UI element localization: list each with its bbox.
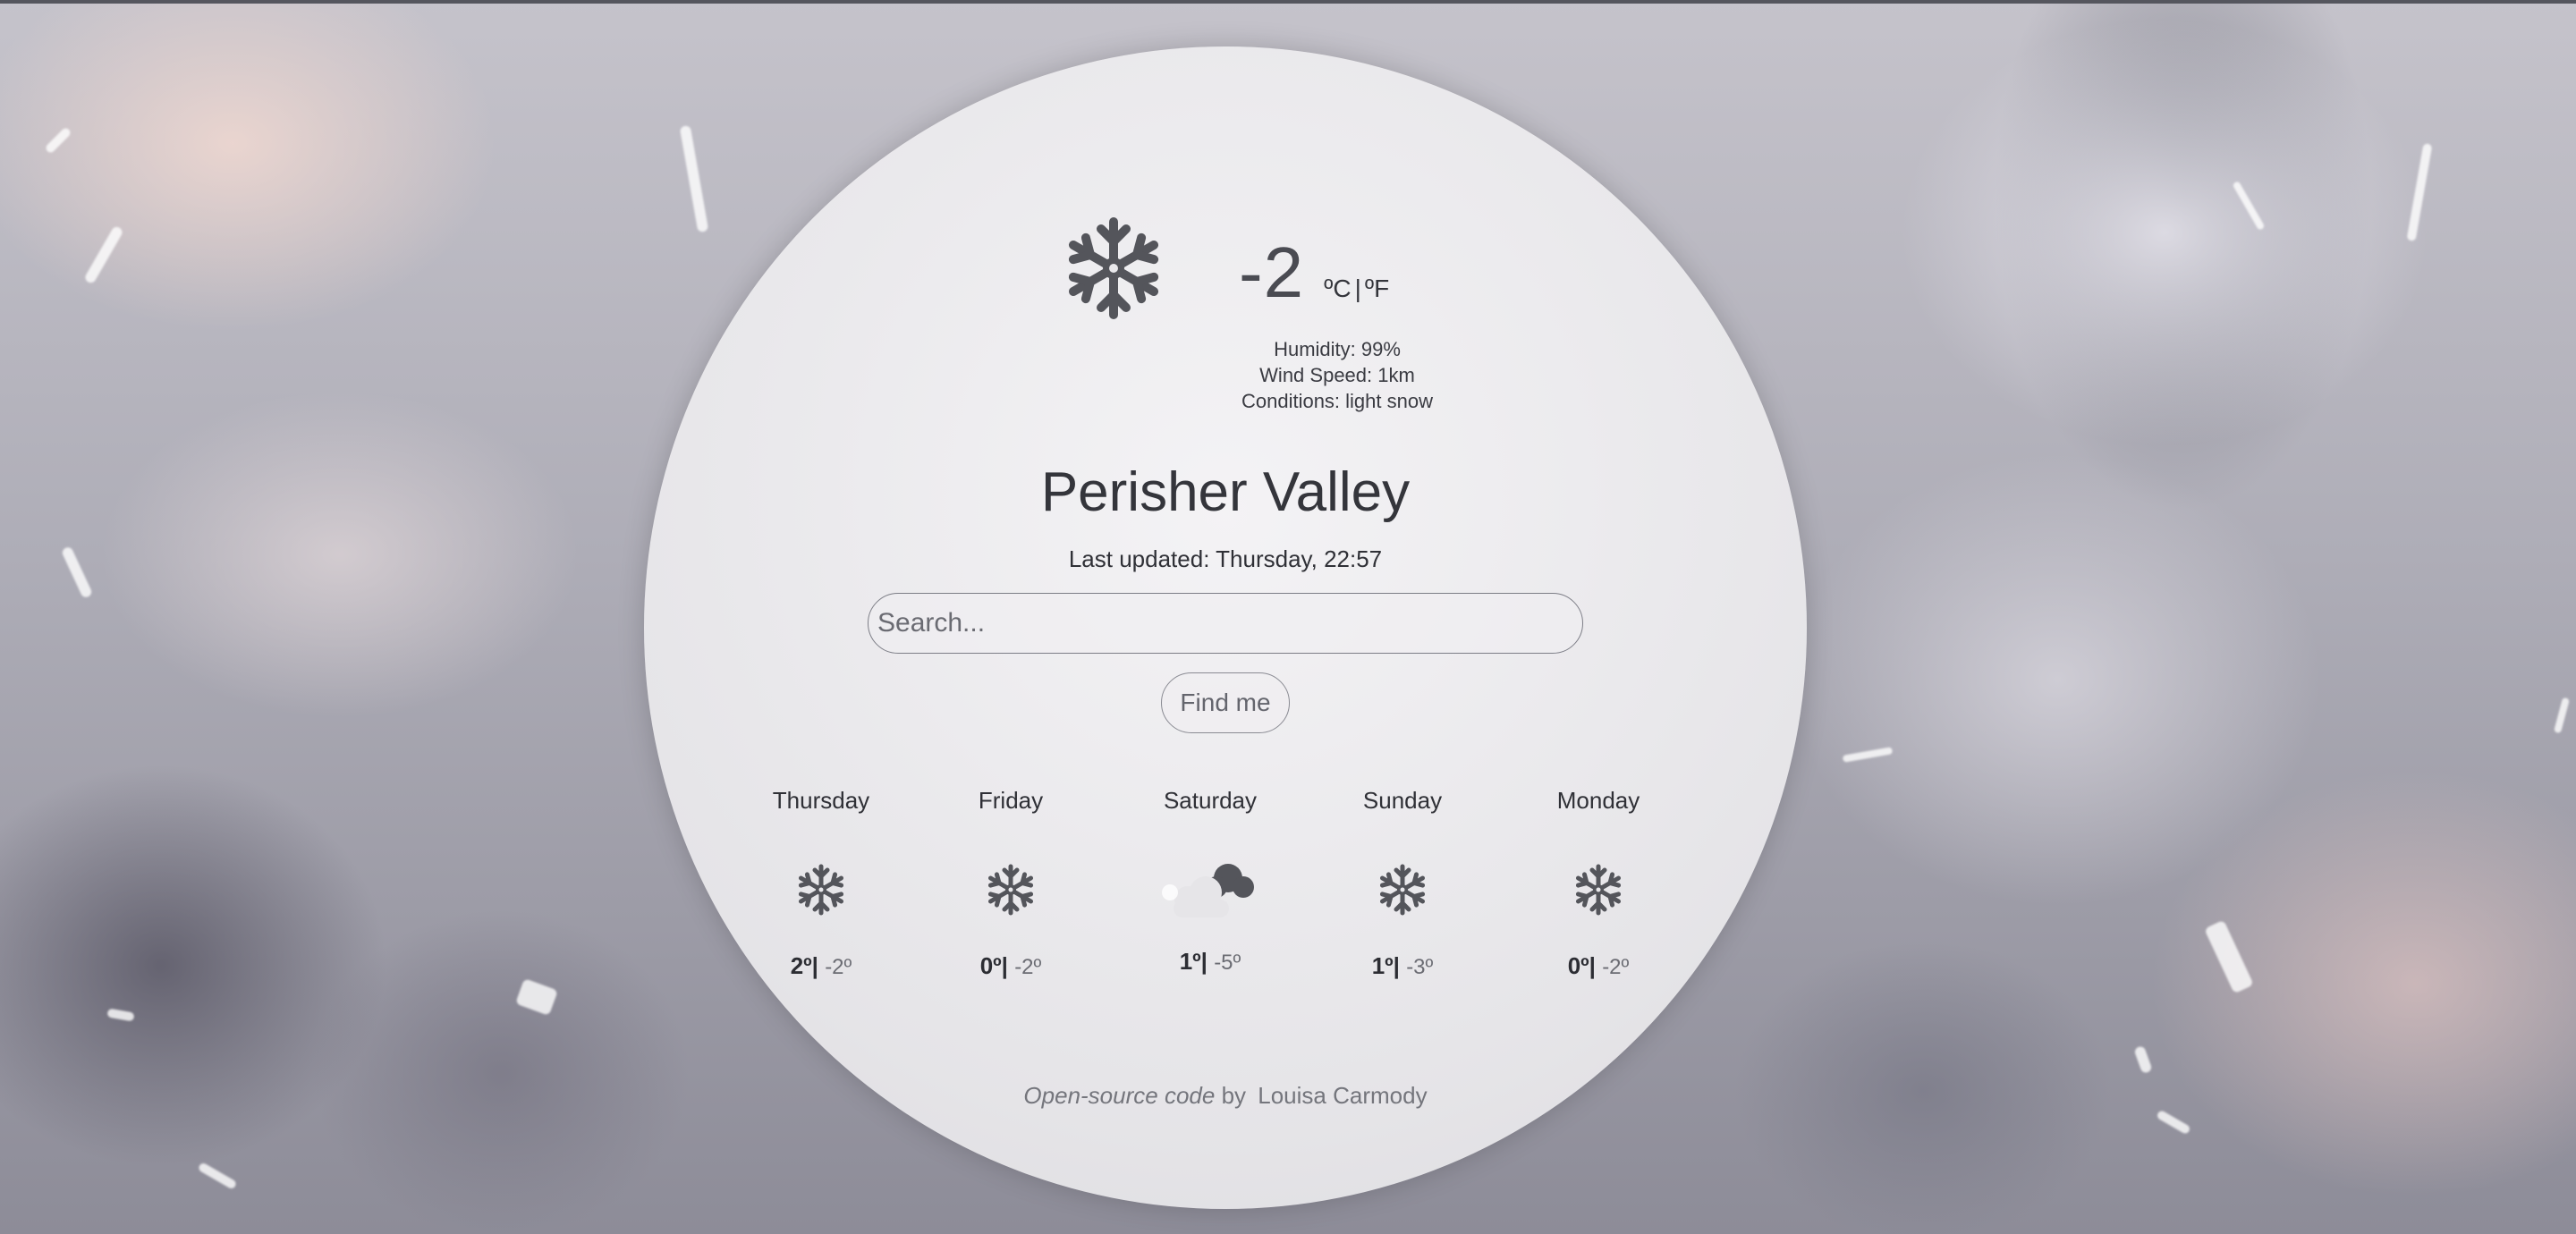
forecast-separator: | — [1001, 952, 1008, 979]
current-temperature-row: -2 ºC | ºF — [1239, 228, 1389, 308]
snow-streak — [106, 1008, 135, 1022]
footer-by: by — [1221, 1082, 1247, 1109]
snowflake-icon — [1572, 864, 1625, 917]
celsius-toggle[interactable]: ºC — [1324, 275, 1351, 303]
forecast-day: Friday 0º| -2º — [939, 787, 1082, 980]
forecast-day-name: Thursday — [772, 787, 870, 814]
snow-streak — [2204, 919, 2254, 994]
snowflake-icon — [984, 864, 1038, 917]
forecast-separator: | — [1200, 948, 1208, 975]
humidity-text: Humidity: 99% — [1274, 338, 1401, 360]
weather-details: Humidity: 99% Wind Speed: 1km Conditions… — [1216, 336, 1458, 414]
forecast-day: Monday 0º| -2º — [1527, 787, 1670, 980]
author-name: Louisa Carmody — [1258, 1082, 1428, 1109]
snow-streak — [2133, 1044, 2153, 1075]
snow-streak — [1842, 747, 1894, 763]
forecast-day: Sunday 1º| -3º — [1331, 787, 1474, 980]
forecast-high: 0º — [1567, 952, 1589, 979]
snow-streak — [2156, 1109, 2191, 1136]
forecast-day: Thursday 2º| -2º — [750, 787, 893, 980]
cloud-icon — [1162, 864, 1254, 917]
forecast-low: -2º — [1602, 955, 1630, 979]
forecast-separator: | — [1589, 952, 1596, 979]
wind-speed-text: Wind Speed: 1km — [1259, 364, 1415, 386]
snow-streak — [44, 126, 72, 155]
unit-separator: | — [1354, 275, 1361, 302]
forecast-temps: 0º| -2º — [1527, 952, 1670, 980]
forecast-day-name: Monday — [1556, 787, 1640, 814]
forecast-high: 1º — [1371, 952, 1394, 979]
snowflake-icon — [794, 864, 848, 917]
snowflake-icon — [1376, 864, 1429, 917]
forecast-low: -2º — [825, 955, 852, 979]
forecast-separator: | — [1393, 952, 1400, 979]
forecast-day-name: Saturday — [1163, 787, 1258, 814]
snow-streak — [679, 124, 709, 233]
snow-streak — [2553, 697, 2571, 734]
forecast-temps: 2º| -2º — [750, 952, 893, 980]
find-me-button[interactable]: Find me — [1161, 672, 1290, 733]
snow-streak — [197, 1162, 238, 1190]
forecast-day: Saturday 1º| -5º — [1139, 787, 1282, 976]
forecast-high: 0º — [979, 952, 1002, 979]
open-source-link[interactable]: Open-source code — [1023, 1082, 1215, 1109]
snow-streak — [2406, 142, 2433, 242]
forecast-low: -3º — [1406, 955, 1434, 979]
forecast-low: -2º — [1014, 955, 1042, 979]
footer: Open-source code by Louisa Carmody — [957, 1082, 1494, 1110]
forecast-temps: 0º| -2º — [939, 952, 1082, 980]
conditions-text: Conditions: light snow — [1241, 390, 1433, 412]
current-temperature: -2 — [1239, 232, 1305, 312]
top-border — [0, 0, 2576, 4]
forecast: Thursday 2º| -2º Friday 0º| -2º Saturday… — [742, 787, 1699, 993]
forecast-high: 2º — [790, 952, 812, 979]
forecast-day-name: Friday — [978, 787, 1044, 814]
snowflake-icon — [1060, 217, 1167, 322]
snow-streak — [515, 978, 558, 1016]
forecast-temps: 1º| -3º — [1331, 952, 1474, 980]
forecast-separator: | — [811, 952, 818, 979]
snow-streak — [60, 545, 94, 599]
fahrenheit-toggle[interactable]: ºF — [1365, 275, 1389, 303]
snow-streak — [83, 224, 124, 285]
last-updated: Last updated: Thursday, 22:57 — [1068, 545, 1383, 572]
city-name: Perisher Valley — [1040, 461, 1411, 523]
snow-streak — [2232, 181, 2266, 231]
forecast-low: -5º — [1214, 951, 1241, 975]
forecast-temps: 1º| -5º — [1139, 948, 1282, 976]
forecast-high: 1º — [1179, 948, 1201, 975]
search-input[interactable] — [868, 593, 1583, 654]
forecast-day-name: Sunday — [1362, 787, 1443, 814]
